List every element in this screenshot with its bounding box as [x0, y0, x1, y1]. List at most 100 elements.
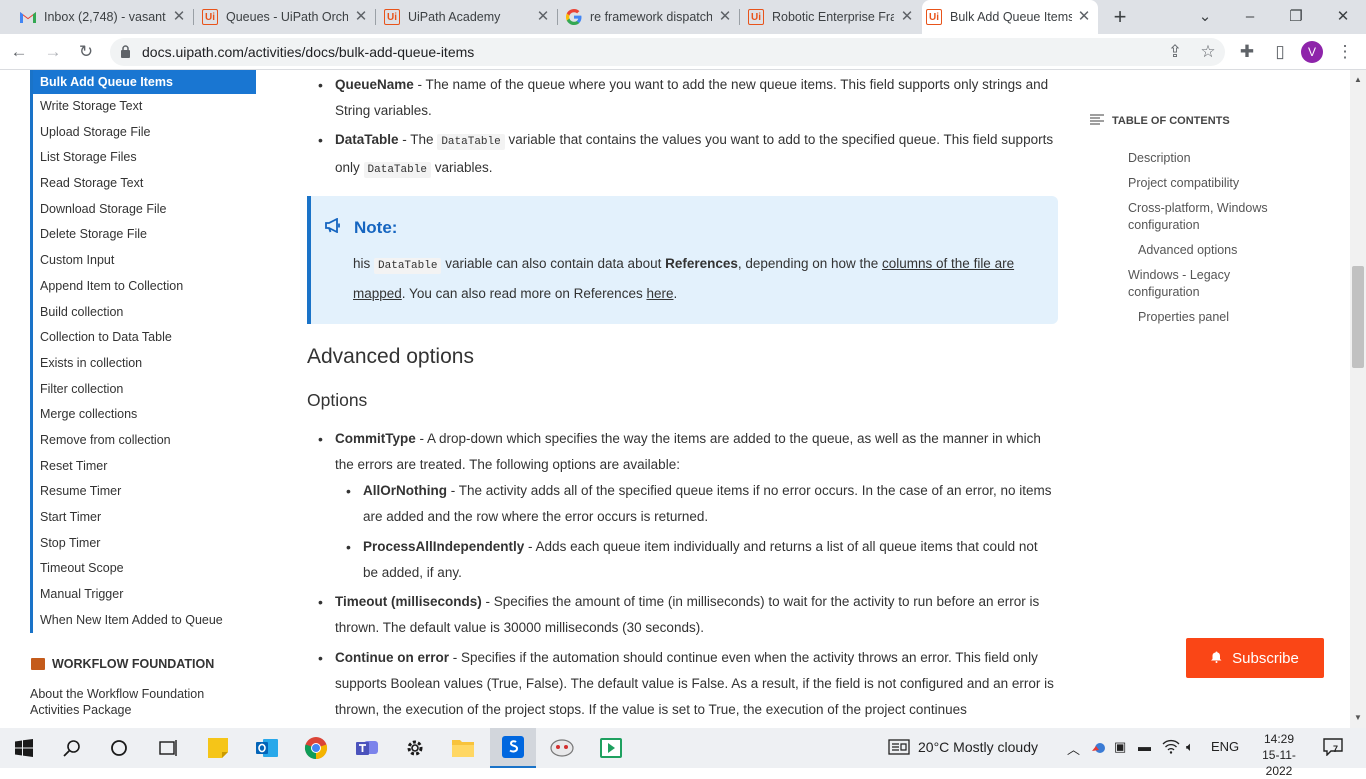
sidebar-item[interactable]: Bulk Add Queue Items — [33, 70, 256, 94]
toc-title: TABLE OF CONTENTS — [1112, 115, 1230, 127]
menu-icon[interactable]: ⋮ — [1333, 40, 1357, 64]
toc-item-project-compatibility[interactable]: Project compatibility — [1128, 175, 1239, 192]
sidebar-item[interactable]: Stop Timer — [33, 531, 256, 557]
sidebar-item[interactable]: Resume Timer — [33, 479, 256, 505]
sidebar-item[interactable]: Custom Input — [33, 248, 256, 274]
references-here-link[interactable]: here — [646, 286, 673, 301]
sidebar-item[interactable]: About the Workflow Foundation Activities… — [30, 686, 240, 718]
uipath-icon: Ui — [748, 9, 764, 25]
sidebar-item[interactable]: Merge collections — [33, 402, 256, 428]
sidebar-item[interactable]: Append Item to Collection — [33, 274, 256, 300]
text: . You can also read more on References — [401, 286, 647, 301]
windows-start-icon[interactable] — [9, 733, 39, 763]
task-view-icon[interactable] — [153, 733, 183, 763]
sidebar-item[interactable]: Write Storage Text — [33, 94, 256, 120]
language-indicator[interactable]: ENG — [1211, 739, 1239, 754]
tab-bulk-add-queue-items[interactable]: Ui Bulk Add Queue Items ✕ — [922, 0, 1098, 34]
sidebar-item[interactable]: List Storage Files — [33, 145, 256, 171]
restore-button[interactable]: ❐ — [1283, 4, 1309, 30]
address-bar[interactable]: docs.uipath.com/activities/docs/bulk-add… — [110, 38, 1225, 66]
tab-search-icon[interactable]: ⌄ — [1192, 4, 1218, 30]
sidebar-item[interactable]: Upload Storage File — [33, 120, 256, 146]
tab-title: Queues - UiPath Orchestr — [226, 10, 348, 24]
list-item-continue-on-error: Continue on error - Specifies if the aut… — [318, 645, 1055, 723]
file-explorer-icon[interactable] — [448, 733, 478, 763]
sidebar-item[interactable]: Remove from collection — [33, 428, 256, 454]
sidebar-item[interactable]: Reset Timer — [33, 454, 256, 480]
forward-icon[interactable]: → — [41, 40, 65, 64]
tab-uipath-queues[interactable]: Ui Queues - UiPath Orchestr ✕ — [198, 0, 376, 34]
scrollbar-thumb[interactable] — [1352, 266, 1364, 368]
new-tab-button[interactable]: + — [1108, 5, 1132, 29]
sticky-notes-icon[interactable] — [203, 733, 233, 763]
section-title: WORKFLOW FOUNDATION — [52, 657, 215, 671]
close-tab-icon[interactable]: ✕ — [717, 9, 733, 25]
close-tab-icon[interactable]: ✕ — [353, 9, 369, 25]
sidebar-item[interactable]: Start Timer — [33, 505, 256, 531]
toc-item-windows-legacy[interactable]: Windows - Legacy configuration — [1128, 267, 1258, 301]
tab-robotic-enterprise[interactable]: Ui Robotic Enterprise Fram ✕ — [744, 0, 921, 34]
scroll-down-icon[interactable]: ▼ — [1354, 713, 1362, 722]
close-tab-icon[interactable]: ✕ — [535, 9, 551, 25]
chrome-icon[interactable] — [301, 733, 331, 763]
sidebar-item[interactable]: Delete Storage File — [33, 222, 256, 248]
settings-gear-icon[interactable] — [400, 733, 430, 763]
package-icon — [31, 658, 45, 670]
close-tab-icon[interactable]: ✕ — [899, 9, 915, 25]
sidebar-item[interactable]: Filter collection — [33, 377, 256, 403]
network-app-icon[interactable] — [1090, 741, 1108, 758]
sidebar-item[interactable]: Build collection — [33, 300, 256, 326]
weather-text[interactable]: 20°C Mostly cloudy — [918, 739, 1038, 755]
tab-separator — [375, 9, 376, 25]
toc-item-description[interactable]: Description — [1128, 150, 1191, 167]
term: ProcessAllIndependently — [363, 539, 525, 554]
extensions-icon[interactable]: ✚ — [1235, 40, 1259, 64]
speaker-icon[interactable]: 🔈︎ — [1186, 739, 1194, 755]
cortana-icon[interactable] — [104, 733, 134, 763]
profile-avatar[interactable]: V — [1301, 41, 1323, 63]
tab-gmail[interactable]: Inbox (2,748) - vasanth ✕ — [16, 0, 194, 34]
sidebar-item[interactable]: Manual Trigger — [33, 582, 256, 608]
sidebar-item[interactable]: Collection to Data Table — [33, 325, 256, 351]
share-icon[interactable]: ⇪ — [1163, 40, 1187, 64]
wifi-icon[interactable] — [1162, 739, 1180, 757]
term: Timeout (milliseconds) — [335, 594, 482, 609]
close-window-button[interactable]: ✕ — [1330, 4, 1356, 30]
sidebar-item[interactable]: Exists in collection — [33, 351, 256, 377]
tab-google-search[interactable]: re framework dispatcher ✕ — [562, 0, 740, 34]
uipath-studio-icon[interactable] — [490, 728, 536, 768]
back-icon[interactable]: ← — [7, 40, 31, 64]
toc-item-properties-panel[interactable]: Properties panel — [1138, 309, 1229, 326]
subscribe-button[interactable]: Subscribe — [1186, 638, 1324, 678]
toc-item-advanced-options[interactable]: Advanced options — [1138, 242, 1237, 259]
device-icon[interactable]: ▣ — [1114, 739, 1126, 755]
sidebar-item[interactable]: Download Storage File — [33, 197, 256, 223]
outlook-icon[interactable] — [252, 733, 282, 763]
clock[interactable]: 14:29 15-11-2022 — [1255, 731, 1303, 779]
date: 15-11-2022 — [1262, 748, 1296, 778]
side-panel-icon[interactable]: ▯ — [1268, 40, 1292, 64]
battery-icon[interactable]: ▬ — [1138, 739, 1151, 754]
reload-icon[interactable]: ↻ — [74, 40, 98, 64]
list-item-committype: CommitType - A drop-down which specifies… — [318, 426, 1055, 478]
teams-icon[interactable] — [352, 733, 382, 763]
sidebar-item[interactable]: Read Storage Text — [33, 171, 256, 197]
minimize-button[interactable]: – — [1237, 4, 1263, 30]
robot-assistant-icon[interactable] — [547, 733, 577, 763]
workflow-foundation-heading[interactable]: WORKFLOW FOUNDATION — [31, 657, 214, 671]
show-hidden-icons[interactable]: ︿ — [1067, 739, 1080, 758]
toc-item-cross-platform[interactable]: Cross-platform, Windows configuration — [1128, 200, 1288, 234]
search-icon[interactable] — [57, 733, 87, 763]
tab-uipath-academy[interactable]: Ui UiPath Academy ✕ — [380, 0, 558, 34]
weather-widget-icon[interactable] — [888, 739, 910, 758]
page-scrollbar[interactable]: ▲ ▼ — [1350, 70, 1366, 728]
bookmark-star-icon[interactable]: ☆ — [1196, 40, 1220, 64]
media-player-icon[interactable] — [596, 733, 626, 763]
scroll-up-icon[interactable]: ▲ — [1354, 75, 1362, 84]
sidebar-item[interactable]: Timeout Scope — [33, 556, 256, 582]
close-tab-icon[interactable]: ✕ — [1076, 9, 1092, 25]
notification-center-icon[interactable]: 7 — [1323, 738, 1345, 758]
sidebar-item[interactable]: When New Item Added to Queue — [33, 608, 256, 634]
close-tab-icon[interactable]: ✕ — [171, 9, 187, 25]
list-icon — [1090, 114, 1104, 128]
